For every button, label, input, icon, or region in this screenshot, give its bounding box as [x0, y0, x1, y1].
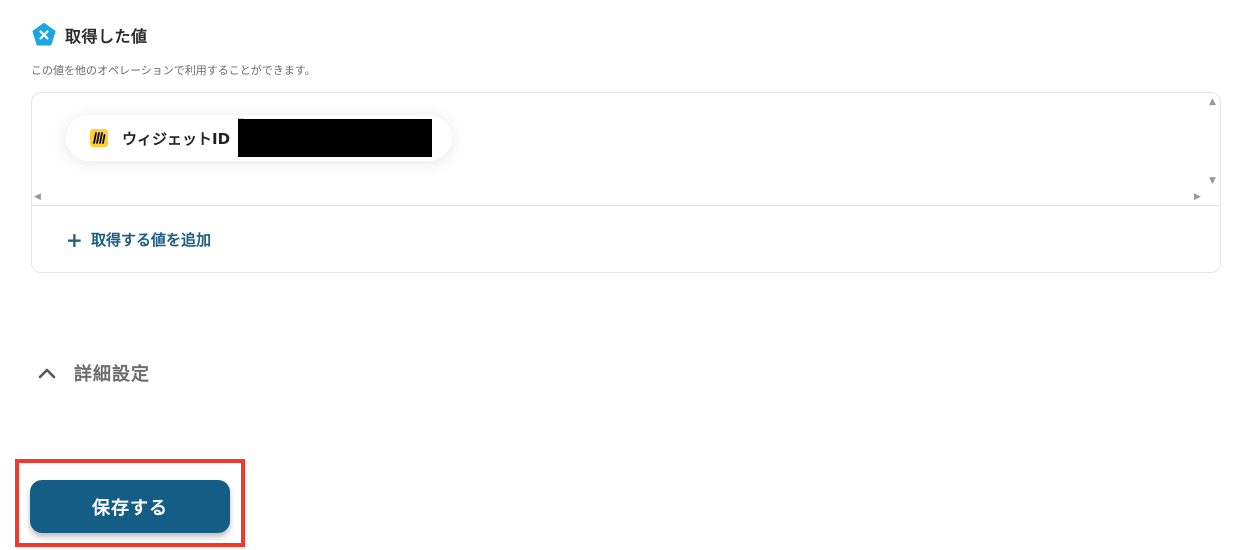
- chevron-up-icon: [36, 362, 58, 384]
- section-header: 取得した値: [32, 22, 148, 48]
- section-title: 取得した値: [65, 27, 148, 46]
- scroll-left-arrow-icon[interactable]: ◀: [34, 193, 41, 202]
- advanced-settings-toggle[interactable]: 詳細設定: [36, 360, 150, 386]
- save-button[interactable]: 保存する: [30, 480, 230, 533]
- values-scroll-area[interactable]: ウィジェットID [REDACTED] ▲ ▼ ◀ ▶: [32, 93, 1220, 206]
- yoom-x-icon: [32, 23, 56, 47]
- scroll-right-arrow-icon[interactable]: ▶: [1194, 193, 1201, 202]
- add-value-label: 取得する値を追加: [91, 231, 212, 249]
- add-value-button[interactable]: + 取得する値を追加: [66, 229, 211, 250]
- plus-icon: +: [66, 227, 83, 252]
- value-label: ウィジェットID: [122, 129, 231, 148]
- value-redacted: [REDACTED]: [238, 119, 433, 157]
- obtained-values-panel: ウィジェットID [REDACTED] ▲ ▼ ◀ ▶ + 取得する値を追加: [31, 92, 1221, 273]
- miro-icon: [90, 129, 108, 147]
- advanced-settings-label: 詳細設定: [74, 364, 150, 385]
- section-description: この値を他のオペレーションで利用することができます。: [31, 64, 316, 77]
- value-chip[interactable]: ウィジェットID [REDACTED]: [66, 115, 452, 161]
- scroll-down-arrow-icon[interactable]: ▼: [1209, 177, 1216, 186]
- scroll-up-arrow-icon[interactable]: ▲: [1209, 98, 1216, 107]
